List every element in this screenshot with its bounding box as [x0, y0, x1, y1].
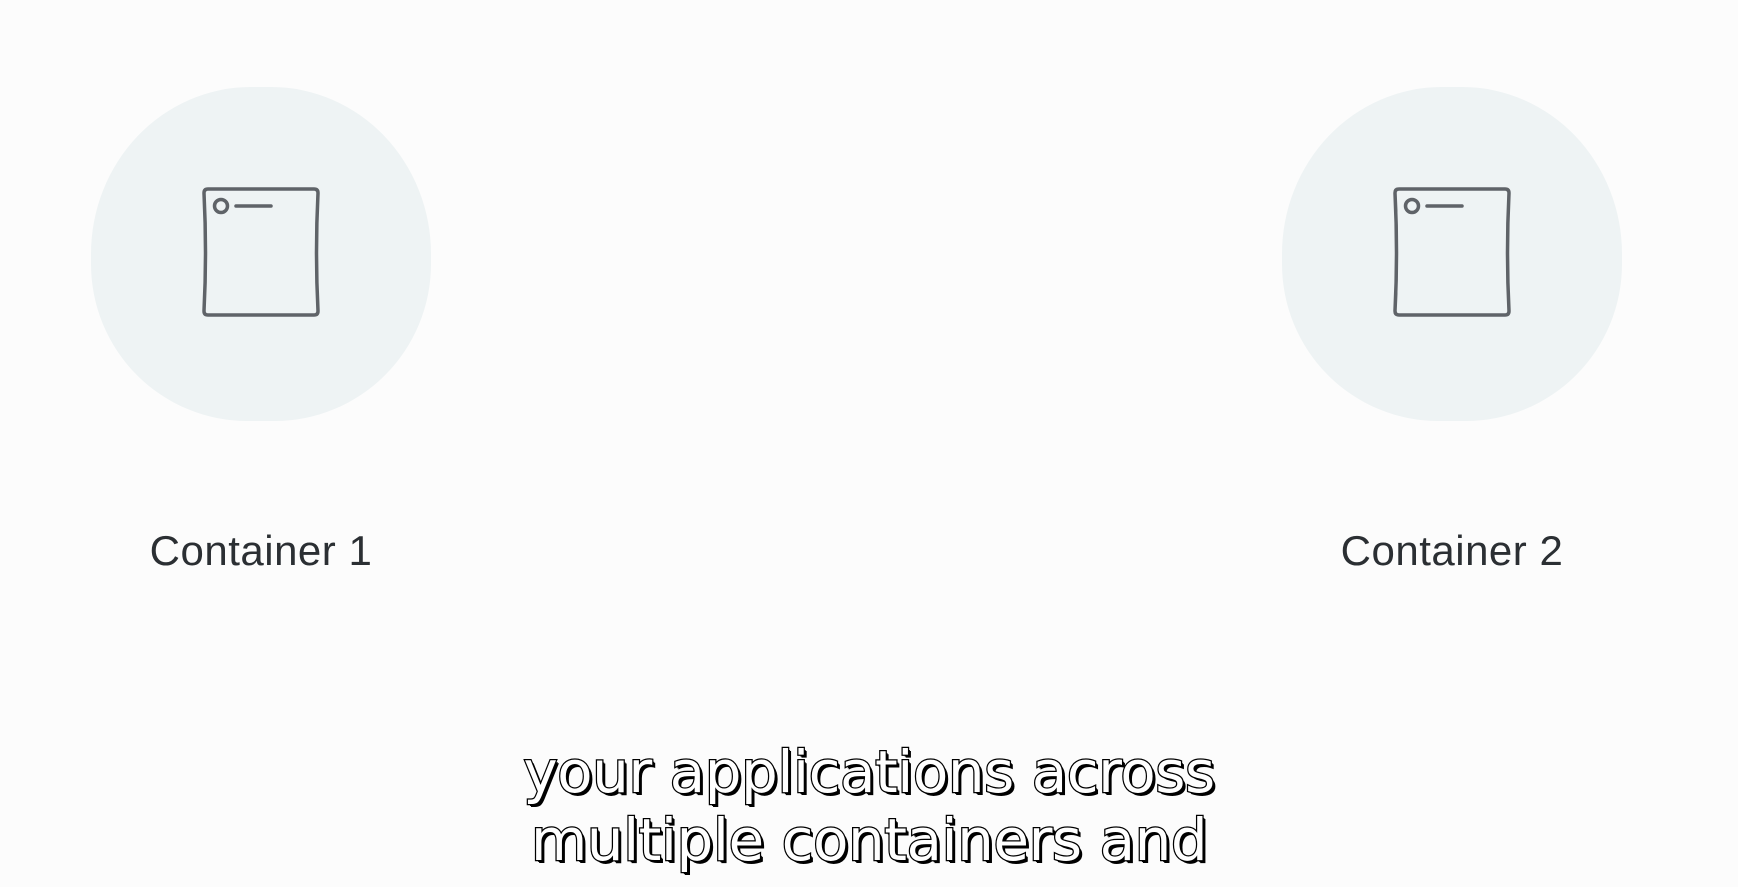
container-1-label: Container 1 [149, 527, 373, 574]
container-1-node: Container 1 [91, 87, 431, 574]
container-2-label: Container 2 [1340, 527, 1564, 574]
app-window-icon [1393, 187, 1511, 317]
video-frame: Container 1 Container 2 your application… [0, 0, 1738, 887]
container-2-badge [1282, 87, 1622, 421]
app-window-icon [202, 187, 320, 317]
container-2-node: Container 2 [1282, 87, 1622, 574]
caption-line-2: multiple containers and [530, 805, 1209, 876]
caption-line-1: your applications across [522, 737, 1216, 808]
subtitle-caption: your applications across multiple contai… [0, 737, 1738, 876]
container-1-badge [91, 87, 431, 421]
